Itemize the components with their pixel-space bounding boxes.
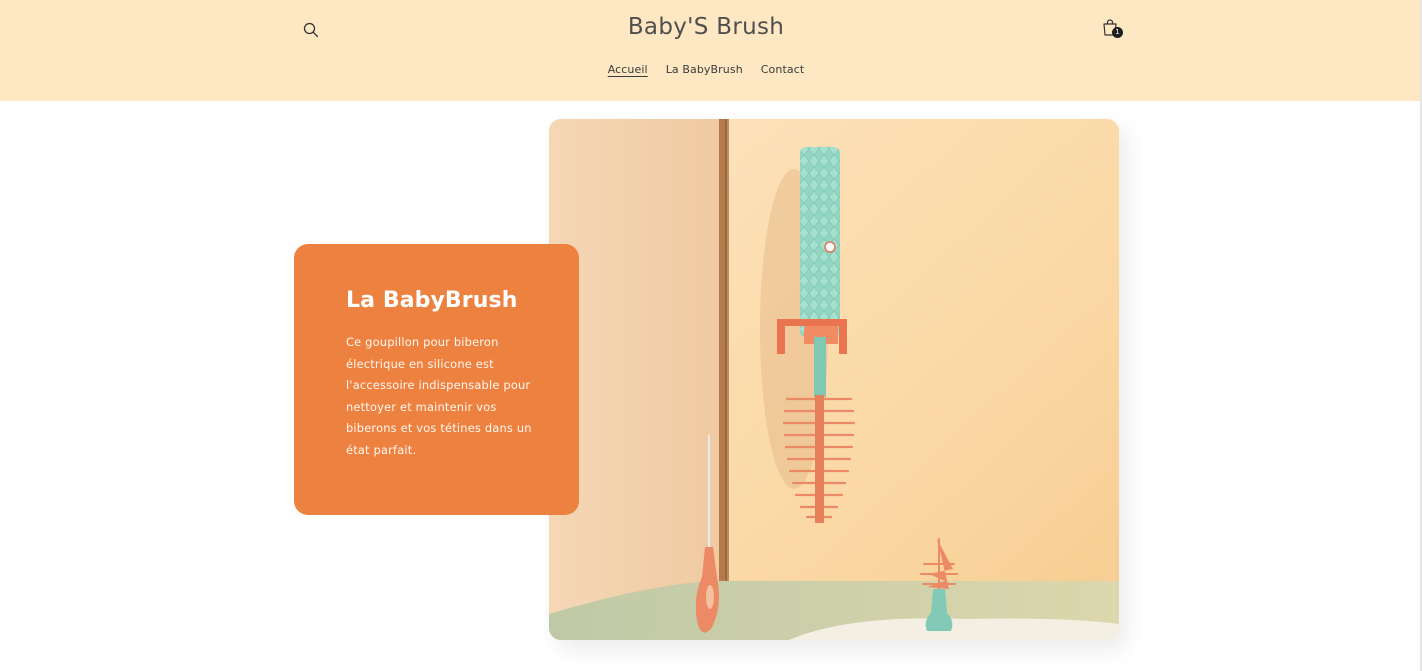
main-nav: Accueil La BabyBrush Contact: [0, 63, 1412, 76]
nav-item-la-babybrush[interactable]: La BabyBrush: [666, 63, 743, 76]
nav-item-contact[interactable]: Contact: [761, 63, 805, 76]
product-photo: [549, 119, 1119, 640]
hero-product-image: [549, 119, 1119, 640]
brand-link[interactable]: Baby'S Brush: [628, 14, 784, 40]
brand-logo[interactable]: Baby'S Brush: [0, 14, 1412, 40]
site-header: Baby'S Brush 1 Accueil La BabyBrush Cont…: [0, 0, 1420, 101]
product-intro-card: La BabyBrush Ce goupillon pour biberon é…: [294, 244, 579, 515]
nav-item-accueil[interactable]: Accueil: [608, 63, 648, 76]
card-title: La BabyBrush: [346, 288, 518, 313]
cart-button[interactable]: 1: [1100, 16, 1126, 42]
card-description: Ce goupillon pour biberon électrique en …: [346, 335, 532, 457]
cart-count-badge: 1: [1112, 27, 1123, 38]
